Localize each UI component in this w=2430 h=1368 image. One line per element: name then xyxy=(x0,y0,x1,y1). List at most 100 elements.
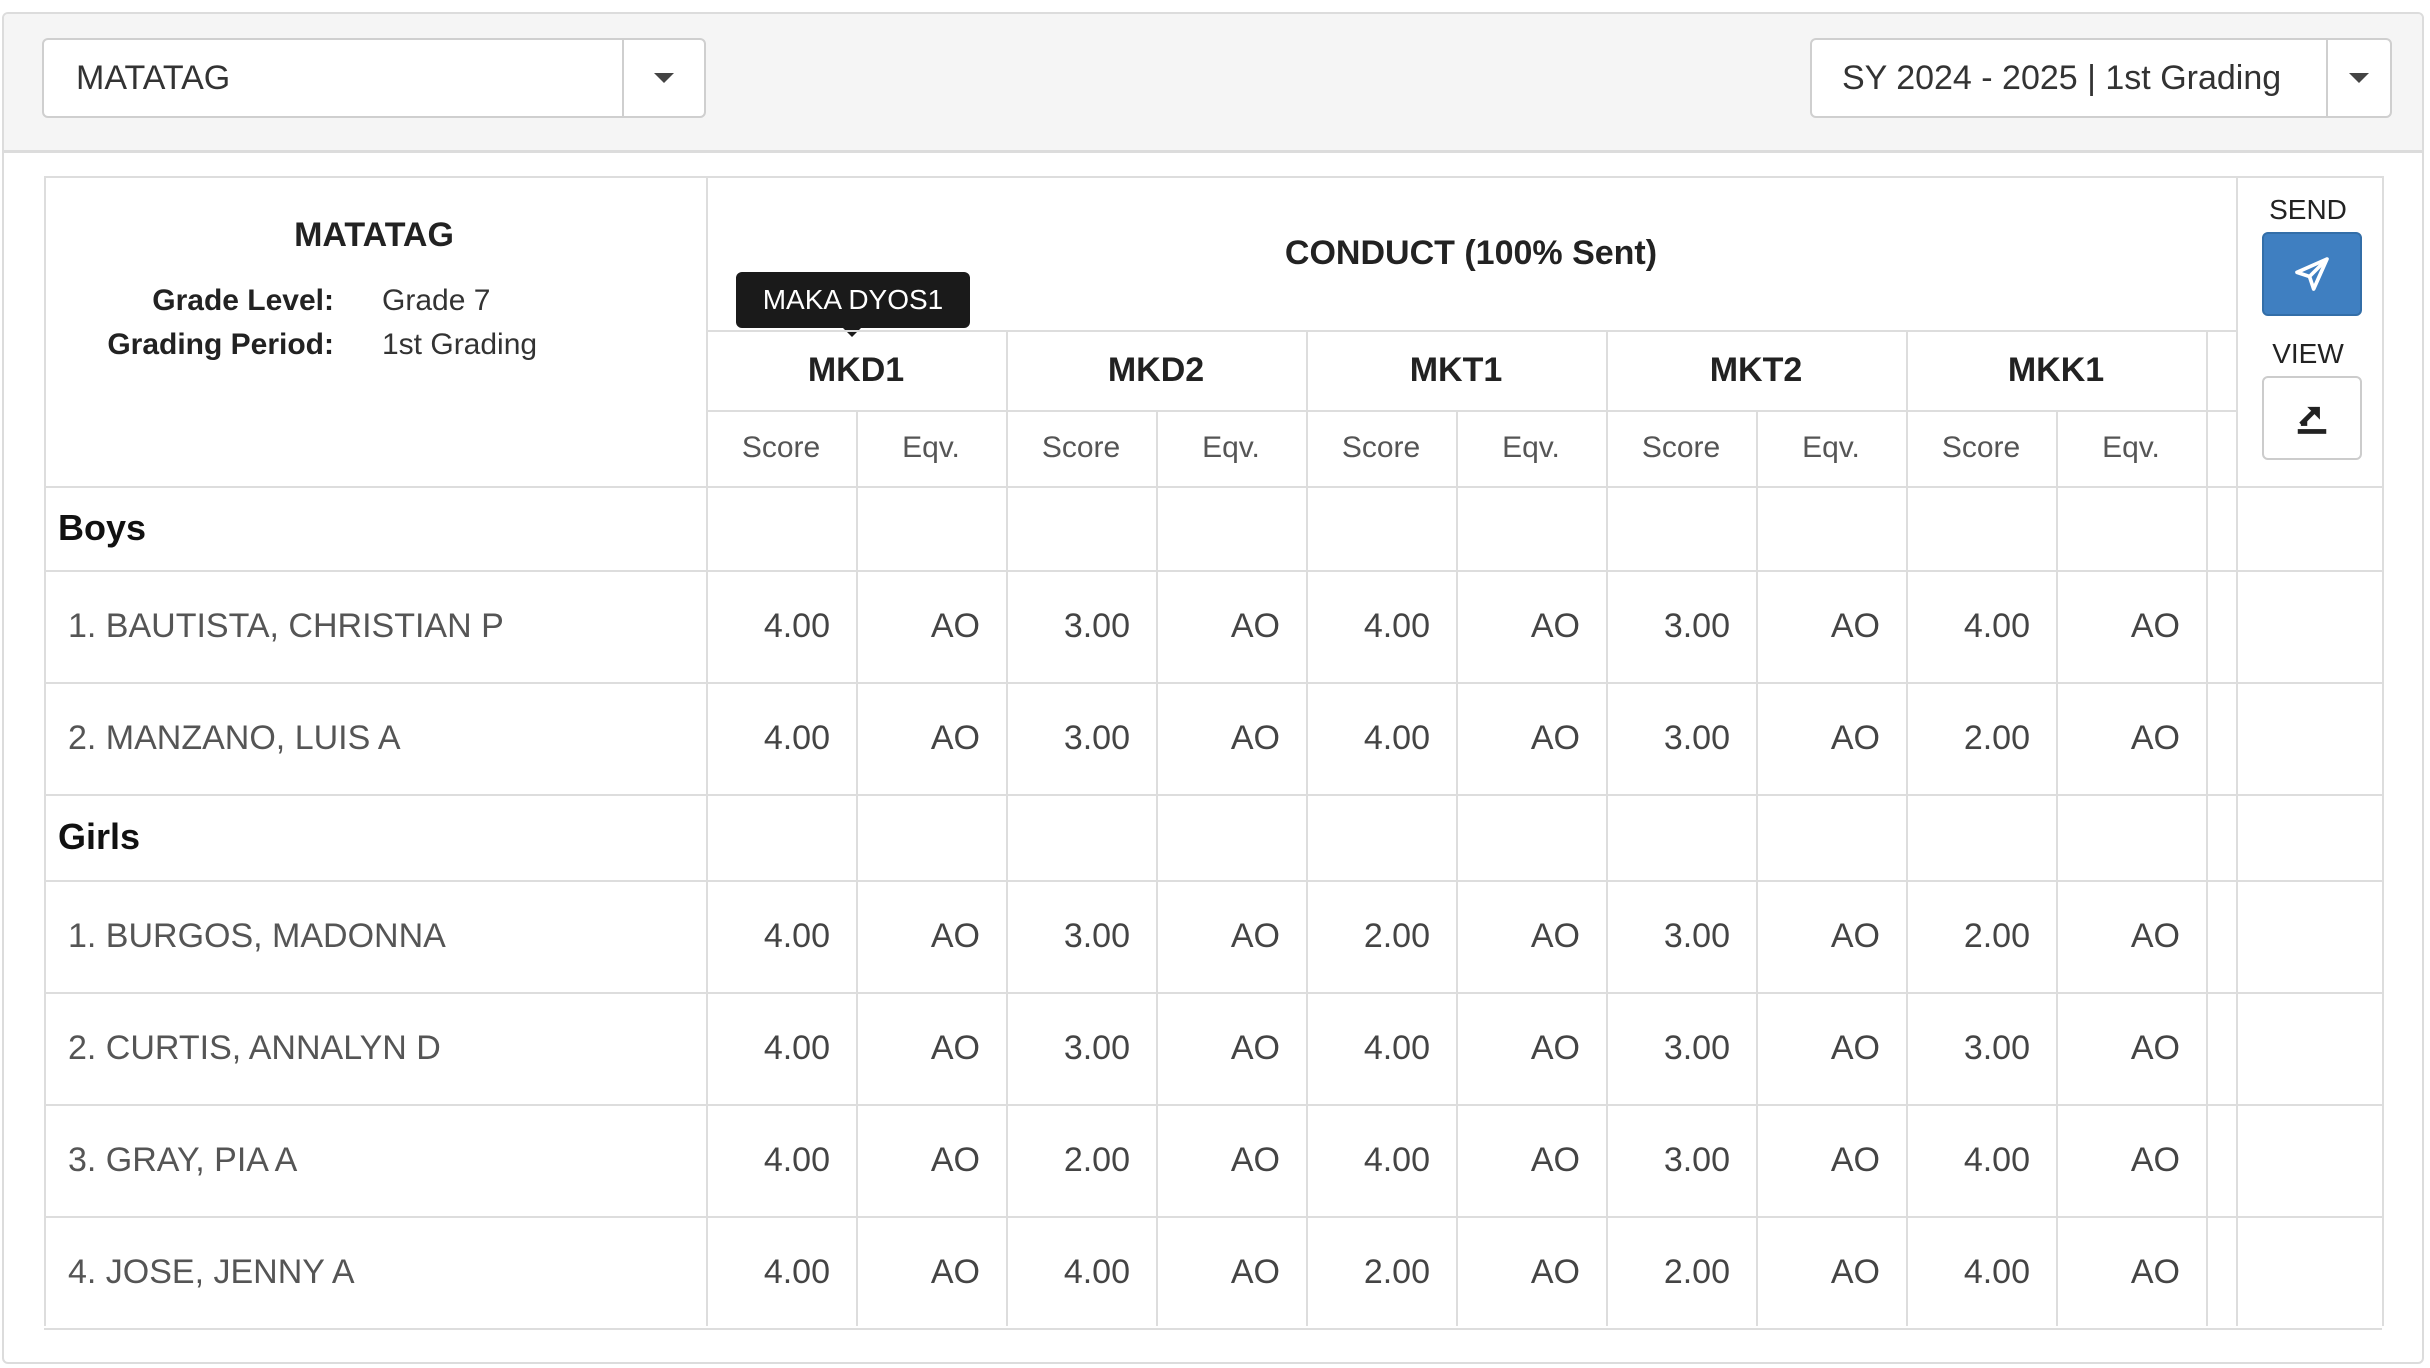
curriculum-select[interactable]: MATATAG xyxy=(42,38,706,118)
eqv-value: AO xyxy=(1230,1028,1280,1067)
eqv-value: AO xyxy=(930,1028,980,1067)
eqv-value: AO xyxy=(1530,916,1580,955)
filter-bar: MATATAG SY 2024 - 2025 | 1st Grading xyxy=(4,14,2422,153)
curriculum-select-value: MATATAG xyxy=(76,58,231,97)
score-value: 3.00 xyxy=(1063,718,1130,757)
eqv-value: AO xyxy=(2130,1028,2180,1067)
component-header-mkt1: MKT1 xyxy=(1409,350,1503,389)
export-icon xyxy=(2297,406,2327,434)
view-button[interactable] xyxy=(2262,376,2362,460)
eqv-value: AO xyxy=(1530,1252,1580,1291)
score-value: 2.00 xyxy=(1363,916,1430,955)
score-value: 3.00 xyxy=(1063,916,1130,955)
score-subheader: Score xyxy=(1941,431,2021,464)
eqv-value: AO xyxy=(1530,718,1580,757)
score-value: 2.00 xyxy=(1063,1140,1130,1179)
score-value: 3.00 xyxy=(1663,606,1730,645)
curriculum-dropdown-toggle[interactable] xyxy=(622,40,704,116)
student-name: 2. CURTIS, ANNALYN D xyxy=(68,1028,441,1067)
score-value: 4.00 xyxy=(1963,1252,2030,1291)
grade-level-label: Grade Level: xyxy=(152,284,334,317)
student-name: 4. JOSE, JENNY A xyxy=(68,1252,355,1291)
eqv-value: AO xyxy=(1530,1028,1580,1067)
eqv-value: AO xyxy=(1230,606,1280,645)
grading-period-value: 1st Grading xyxy=(382,328,538,361)
eqv-subheader: Eqv. xyxy=(1802,431,1860,464)
score-value: 3.00 xyxy=(1063,606,1130,645)
eqv-value: AO xyxy=(1830,1140,1880,1179)
score-value: 3.00 xyxy=(1663,916,1730,955)
eqv-value: AO xyxy=(930,1140,980,1179)
component-header-mkd2: MKD2 xyxy=(1107,350,1205,389)
score-value: 4.00 xyxy=(763,1252,830,1291)
eqv-value: AO xyxy=(930,718,980,757)
eqv-value: AO xyxy=(1830,606,1880,645)
eqv-value: AO xyxy=(1230,1140,1280,1179)
eqv-value: AO xyxy=(930,1252,980,1291)
score-value: 4.00 xyxy=(1363,1140,1430,1179)
eqv-value: AO xyxy=(1230,1252,1280,1291)
score-value: 4.00 xyxy=(763,718,830,757)
student-name: 3. GRAY, PIA A xyxy=(68,1140,298,1179)
view-label: VIEW xyxy=(2272,338,2344,369)
send-button[interactable] xyxy=(2262,232,2362,316)
score-value: 4.00 xyxy=(763,606,830,645)
score-value: 3.00 xyxy=(1663,1140,1730,1179)
score-value: 2.00 xyxy=(1663,1252,1730,1291)
component-header-mkd1: MKD1 xyxy=(807,350,905,389)
score-subheader: Score xyxy=(741,431,821,464)
eqv-value: AO xyxy=(2130,1140,2180,1179)
eqv-value: AO xyxy=(2130,1252,2180,1291)
caret-down-icon xyxy=(654,73,674,83)
score-value: 4.00 xyxy=(1363,1028,1430,1067)
period-dropdown-toggle[interactable] xyxy=(2326,40,2390,116)
eqv-value: AO xyxy=(1830,1028,1880,1067)
group-label-girls: Girls xyxy=(58,816,141,857)
grade-level-value: Grade 7 xyxy=(382,284,491,317)
grading-period-label: Grading Period: xyxy=(107,328,334,361)
eqv-value: AO xyxy=(1830,1252,1880,1291)
section-title: MATATAG xyxy=(294,215,454,254)
eqv-subheader: Eqv. xyxy=(902,431,960,464)
eqv-value: AO xyxy=(930,916,980,955)
score-value: 4.00 xyxy=(1963,606,2030,645)
score-value: 4.00 xyxy=(1963,1140,2030,1179)
score-value: 4.00 xyxy=(763,916,830,955)
score-value: 4.00 xyxy=(1063,1252,1130,1291)
eqv-value: AO xyxy=(1530,1140,1580,1179)
score-value: 4.00 xyxy=(1363,718,1430,757)
eqv-value: AO xyxy=(1830,916,1880,955)
component-tooltip: MAKA DYOS1 xyxy=(736,272,970,328)
row-divider xyxy=(44,1328,2382,1330)
score-subheader: Score xyxy=(1041,431,1121,464)
student-name: 1. BAUTISTA, CHRISTIAN P xyxy=(68,606,504,645)
eqv-value: AO xyxy=(1830,718,1880,757)
score-value: 3.00 xyxy=(1663,718,1730,757)
send-label: SEND xyxy=(2269,194,2347,225)
score-value: 3.00 xyxy=(1663,1028,1730,1067)
score-value: 2.00 xyxy=(1963,718,2030,757)
table-border-top xyxy=(44,176,2382,178)
eqv-value: AO xyxy=(1230,718,1280,757)
student-name: 2. MANZANO, LUIS A xyxy=(68,718,401,757)
score-value: 4.00 xyxy=(763,1028,830,1067)
score-value: 2.00 xyxy=(1963,916,2030,955)
period-select[interactable]: SY 2024 - 2025 | 1st Grading xyxy=(1810,38,2392,118)
student-name: 1. BURGOS, MADONNA xyxy=(68,916,446,955)
eqv-value: AO xyxy=(2130,916,2180,955)
eqv-subheader: Eqv. xyxy=(1202,431,1260,464)
eqv-value: AO xyxy=(1230,916,1280,955)
period-select-value: SY 2024 - 2025 | 1st Grading xyxy=(1842,58,2282,97)
eqv-value: AO xyxy=(2130,606,2180,645)
score-value: 4.00 xyxy=(1363,606,1430,645)
component-header-mkt2: MKT2 xyxy=(1709,350,1803,389)
eqv-value: AO xyxy=(930,606,980,645)
score-value: 3.00 xyxy=(1063,1028,1130,1067)
score-value: 4.00 xyxy=(763,1140,830,1179)
score-value: 2.00 xyxy=(1363,1252,1430,1291)
table-border-right xyxy=(2382,176,2384,1326)
caret-down-icon xyxy=(2349,73,2369,83)
eqv-value: AO xyxy=(2130,718,2180,757)
score-value: 3.00 xyxy=(1963,1028,2030,1067)
group-label-boys: Boys xyxy=(58,507,147,548)
